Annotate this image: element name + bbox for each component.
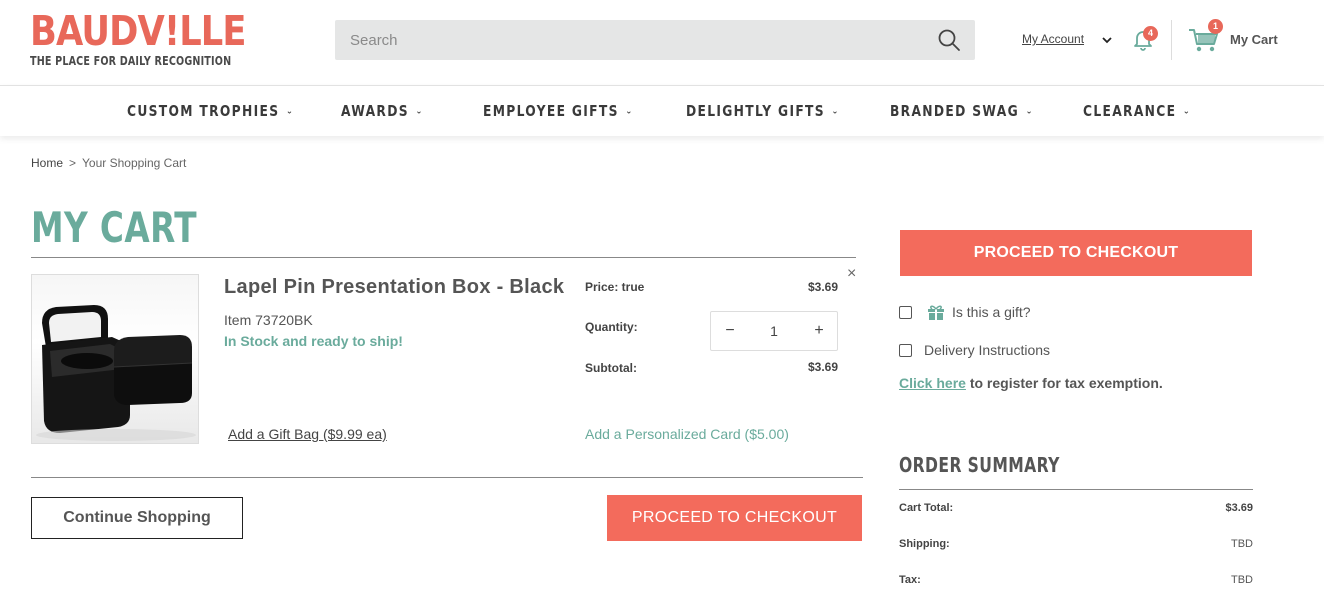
minus-icon[interactable]: − bbox=[719, 320, 741, 342]
search-bar bbox=[335, 20, 975, 60]
page-title: MY CART bbox=[31, 203, 197, 252]
nav-item-label: BRANDED SWAG bbox=[890, 102, 1020, 120]
tax-exemption-link[interactable]: Click here bbox=[899, 375, 966, 391]
subtotal-label: Subtotal: bbox=[585, 361, 637, 375]
price-label: Price: true bbox=[585, 280, 645, 294]
search-input[interactable] bbox=[335, 20, 925, 60]
order-summary-title: ORDER SUMMARY bbox=[899, 453, 1060, 477]
add-gift-bag-link[interactable]: Add a Gift Bag ($9.99 ea) bbox=[228, 426, 387, 442]
chevron-down-icon: ⌄ bbox=[1182, 107, 1192, 116]
divider bbox=[899, 489, 1253, 490]
delivery-instructions-checkbox[interactable] bbox=[899, 344, 912, 357]
notification-count-badge: 4 bbox=[1143, 26, 1158, 41]
continue-shopping-button[interactable]: Continue Shopping bbox=[31, 497, 243, 539]
divider bbox=[31, 257, 856, 258]
chevron-down-icon: ⌄ bbox=[1025, 107, 1034, 116]
chevron-down-icon: ⌄ bbox=[415, 107, 424, 116]
add-personalized-card-link[interactable]: Add a Personalized Card ($5.00) bbox=[585, 426, 789, 442]
nav-item-clearance[interactable]: CLEARANCE ⌄ bbox=[1083, 102, 1191, 120]
site-logo[interactable]: BAUDV!LLE THE PLACE FOR DAILY RECOGNITIO… bbox=[30, 9, 282, 68]
chevron-down-icon: ⌄ bbox=[831, 107, 840, 116]
gift-icon bbox=[927, 303, 945, 321]
gift-checkbox[interactable] bbox=[899, 306, 912, 319]
logo-tagline: THE PLACE FOR DAILY RECOGNITION bbox=[30, 54, 232, 68]
nav-item-custom-trophies[interactable]: CUSTOM TROPHIES ⌄ bbox=[127, 102, 294, 120]
tax-value: TBD bbox=[1231, 574, 1253, 586]
chevron-down-icon: ⌄ bbox=[285, 107, 295, 116]
quantity-input[interactable] bbox=[751, 320, 797, 342]
tax-exemption-label: to register for tax exemption. bbox=[965, 375, 1163, 391]
tax-exemption-text: Click here to register for tax exemption… bbox=[899, 375, 1163, 391]
chevron-down-icon[interactable] bbox=[1101, 33, 1113, 45]
divider bbox=[31, 477, 863, 478]
breadcrumb-home[interactable]: Home bbox=[31, 156, 63, 170]
stock-status: In Stock and ready to ship! bbox=[224, 333, 403, 349]
search-icon[interactable] bbox=[937, 28, 961, 52]
quantity-stepper: − + bbox=[710, 311, 838, 351]
quantity-label: Quantity: bbox=[585, 320, 638, 334]
shipping-label: Shipping: bbox=[899, 538, 950, 550]
site-header: BAUDV!LLE THE PLACE FOR DAILY RECOGNITIO… bbox=[0, 0, 1324, 85]
close-icon[interactable]: × bbox=[847, 265, 856, 283]
nav-item-label: DELIGHTLY GIFTS bbox=[686, 102, 825, 120]
my-account-link[interactable]: My Account bbox=[1022, 32, 1084, 46]
header-divider bbox=[1171, 20, 1172, 60]
cart-count-badge: 1 bbox=[1208, 19, 1223, 34]
nav-item-label: EMPLOYEE GIFTS bbox=[483, 102, 619, 120]
cart-total-label: Cart Total: bbox=[899, 502, 954, 514]
nav-item-awards[interactable]: AWARDS ⌄ bbox=[341, 102, 424, 120]
product-image[interactable] bbox=[31, 274, 199, 444]
gift-checkbox-label: Is this a gift? bbox=[952, 304, 1031, 320]
nav-item-label: AWARDS bbox=[341, 102, 409, 120]
price-value: $3.69 bbox=[807, 280, 838, 294]
chevron-down-icon: ⌄ bbox=[625, 107, 634, 116]
main-nav: CUSTOM TROPHIES ⌄ AWARDS ⌄ EMPLOYEE GIFTS ⌄… bbox=[0, 85, 1324, 136]
proceed-to-checkout-button-top[interactable]: PROCEED TO CHECKOUT bbox=[900, 230, 1252, 276]
product-name[interactable]: Lapel Pin Presentation Box - Black bbox=[224, 276, 564, 299]
my-cart-link[interactable]: My Cart bbox=[1230, 32, 1278, 47]
tax-label: Tax: bbox=[899, 574, 921, 586]
breadcrumb-separator: > bbox=[69, 156, 77, 170]
proceed-to-checkout-button[interactable]: PROCEED TO CHECKOUT bbox=[607, 495, 862, 541]
product-sku: Item 73720BK bbox=[224, 312, 313, 328]
nav-item-employee-gifts[interactable]: EMPLOYEE GIFTS ⌄ bbox=[483, 102, 634, 120]
subtotal-value: $3.69 bbox=[807, 360, 838, 374]
cart-total-value: $3.69 bbox=[1225, 502, 1253, 514]
nav-item-label: CUSTOM TROPHIES bbox=[127, 102, 280, 120]
breadcrumb: Home > Your Shopping Cart bbox=[31, 156, 186, 170]
breadcrumb-current: Your Shopping Cart bbox=[82, 156, 187, 170]
nav-item-delightly-gifts[interactable]: DELIGHTLY GIFTS ⌄ bbox=[686, 102, 840, 120]
delivery-instructions-label: Delivery Instructions bbox=[924, 342, 1051, 358]
shipping-value: TBD bbox=[1231, 538, 1253, 550]
plus-icon[interactable]: + bbox=[808, 320, 830, 342]
nav-item-branded-swag[interactable]: BRANDED SWAG ⌄ bbox=[890, 102, 1034, 120]
nav-item-label: CLEARANCE bbox=[1083, 102, 1177, 120]
logo-wordmark: BAUDV!LLE bbox=[30, 7, 246, 55]
